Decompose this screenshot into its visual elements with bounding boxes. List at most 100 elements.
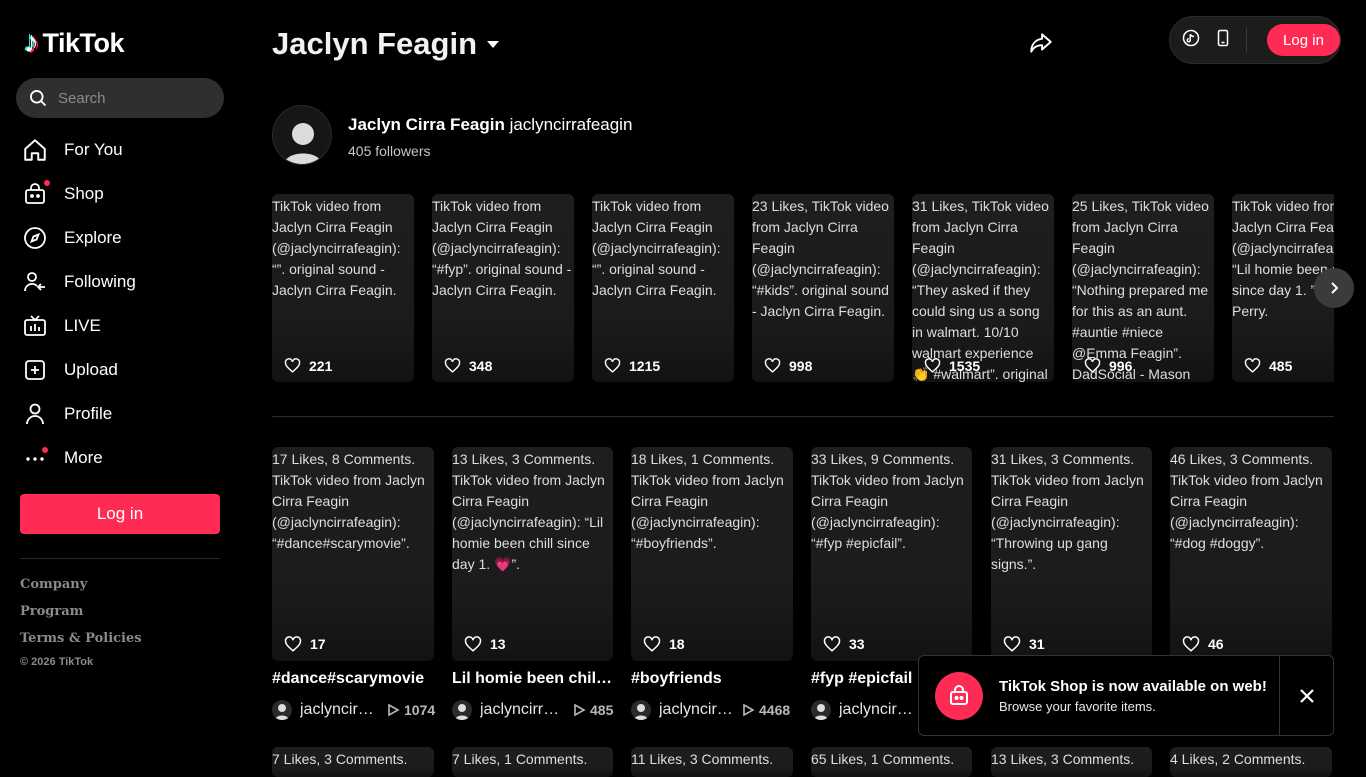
footer-link-terms[interactable]: Terms & Policies	[20, 631, 142, 658]
video-card[interactable]: 17 Likes, 8 Comments. TikTok video from …	[272, 447, 434, 661]
sidebar-item-shop[interactable]: Shop	[16, 172, 224, 216]
video-card[interactable]: 7 Likes, 1 Comments.	[452, 747, 613, 777]
video-likes: 33	[823, 635, 865, 653]
avatar[interactable]	[272, 105, 332, 165]
home-icon	[22, 137, 48, 163]
heart-icon	[1182, 636, 1200, 652]
sidebar-item-for-you[interactable]: For You	[16, 128, 224, 172]
video-author-row[interactable]: jaclyncirrafeagin 4468	[631, 700, 790, 720]
profile-username[interactable]: jaclyncirrafeagin	[510, 115, 633, 134]
search-box[interactable]	[16, 78, 224, 118]
video-author-row[interactable]: jaclyncirrafeagin 485	[452, 700, 613, 720]
sidebar-item-profile[interactable]: Profile	[16, 392, 224, 436]
video-card[interactable]: 65 Likes, 1 Comments.	[811, 747, 972, 777]
footer-link-program[interactable]: Program	[20, 604, 142, 631]
sidebar-item-label: Profile	[64, 404, 113, 423]
avatar	[631, 700, 651, 720]
video-card[interactable]: TikTok video from Jaclyn Cirra Feagin (@…	[432, 194, 574, 382]
video-card[interactable]: 4 Likes, 2 Comments.	[1170, 747, 1332, 777]
video-card[interactable]: 31 Likes, 3 Comments. TikTok video from …	[991, 447, 1152, 661]
play-count: 4468	[741, 702, 790, 718]
video-caption[interactable]: #boyfriends	[631, 670, 793, 688]
live-tv-icon	[22, 313, 48, 339]
heart-icon	[823, 636, 841, 652]
video-thumbnail-alt: 7 Likes, 3 Comments.	[272, 751, 408, 767]
page-title[interactable]: Jaclyn Feagin	[272, 26, 501, 62]
video-card[interactable]: 46 Likes, 3 Comments. TikTok video from …	[1170, 447, 1332, 661]
video-card[interactable]: 31 Likes, TikTok video from Jaclyn Cirra…	[912, 194, 1054, 382]
sidebar-item-label: Explore	[64, 228, 122, 247]
search-input[interactable]	[58, 89, 208, 107]
toast-close-button[interactable]	[1279, 656, 1333, 735]
chevron-right-icon	[1331, 282, 1339, 294]
tiktok-coin-icon[interactable]	[1182, 29, 1200, 52]
toast-subtitle: Browse your favorite items.	[999, 698, 1156, 714]
likes-count: 348	[469, 357, 493, 374]
video-card[interactable]: 7 Likes, 3 Comments.	[272, 747, 434, 777]
author-name: jaclyncirrafeagin	[839, 701, 913, 718]
likes-count: 31	[1029, 636, 1045, 652]
sidebar-item-label: LIVE	[64, 316, 101, 335]
heart-icon	[284, 636, 302, 652]
shop-bag-icon	[22, 180, 50, 207]
video-thumbnail-alt: 31 Likes, 3 Comments. TikTok video from …	[991, 451, 1144, 572]
video-thumbnail-alt: 11 Likes, 3 Comments.	[631, 751, 774, 767]
video-card[interactable]: 33 Likes, 9 Comments. TikTok video from …	[811, 447, 972, 661]
video-card[interactable]: 11 Likes, 3 Comments.	[631, 747, 793, 777]
avatar	[272, 700, 292, 720]
heart-icon	[284, 358, 301, 373]
heart-icon	[1244, 358, 1261, 373]
video-likes: 996	[1084, 357, 1132, 374]
heart-icon	[764, 358, 781, 373]
likes-count: 33	[849, 636, 865, 652]
likes-count: 46	[1208, 636, 1224, 652]
profile-followers: 405 followers	[348, 143, 431, 159]
video-author-row[interactable]: jaclyncirrafeagin	[811, 700, 913, 720]
video-card[interactable]: 13 Likes, 3 Comments.	[991, 747, 1152, 777]
play-icon	[574, 703, 586, 717]
carousel-next-button[interactable]	[1314, 268, 1354, 308]
video-thumbnail-alt: 65 Likes, 1 Comments.	[811, 751, 955, 767]
video-thumbnail-alt: TikTok video from Jaclyn Cirra Feagin (@…	[272, 198, 401, 298]
video-thumbnail-alt: 17 Likes, 8 Comments. TikTok video from …	[272, 451, 425, 551]
more-dots-icon	[22, 445, 48, 471]
tiktok-logo[interactable]: ♪ TikTok	[24, 26, 125, 60]
sidebar-item-following[interactable]: Following	[16, 260, 224, 304]
copyright: © 2026 TikTok	[20, 656, 94, 668]
mobile-app-icon[interactable]	[1214, 29, 1232, 52]
video-author-row[interactable]: jaclyncirrafeagin 1074	[272, 700, 435, 720]
header-login-button[interactable]: Log in	[1266, 24, 1340, 56]
video-thumbnail-alt: 33 Likes, 9 Comments. TikTok video from …	[811, 451, 964, 551]
heart-icon	[1003, 636, 1021, 652]
play-icon	[388, 703, 400, 717]
header-actions: Log in	[1169, 16, 1341, 64]
video-likes: 485	[1244, 357, 1292, 374]
video-card[interactable]: TikTok video from Jaclyn Cirra Feagin (@…	[592, 194, 734, 382]
video-card[interactable]: 18 Likes, 1 Comments. TikTok video from …	[631, 447, 793, 661]
sidebar-item-upload[interactable]: Upload	[16, 348, 224, 392]
following-user-icon	[22, 269, 48, 295]
video-likes: 46	[1182, 635, 1224, 653]
video-likes: 348	[444, 357, 492, 374]
video-card[interactable]: 23 Likes, TikTok video from Jaclyn Cirra…	[752, 194, 894, 382]
video-likes: 17	[284, 635, 326, 653]
play-count: 1074	[386, 702, 435, 718]
sidebar-item-live[interactable]: LIVE	[16, 304, 224, 348]
video-card[interactable]: 13 Likes, 3 Comments. TikTok video from …	[452, 447, 613, 661]
sidebar-login-button[interactable]: Log in	[20, 494, 220, 534]
video-card[interactable]: TikTok video from Jaclyn Cirra Feagin (@…	[272, 194, 414, 382]
sidebar-item-more[interactable]: More	[16, 436, 224, 480]
video-caption[interactable]: Lil homie been chill since day 1.	[452, 670, 613, 688]
video-likes: 1215	[604, 357, 660, 374]
sidebar-item-explore[interactable]: Explore	[16, 216, 224, 260]
video-caption[interactable]: #dance#scarymovie	[272, 670, 434, 688]
video-caption[interactable]: #fyp #epicfail	[811, 670, 931, 688]
heart-icon	[464, 636, 482, 652]
avatar	[452, 700, 472, 720]
video-card[interactable]: 25 Likes, TikTok video from Jaclyn Cirra…	[1072, 194, 1214, 382]
profile-display-name[interactable]: Jaclyn Cirra Feagin	[348, 115, 505, 134]
footer-link-company[interactable]: Company	[20, 577, 142, 604]
share-icon[interactable]	[1028, 30, 1054, 61]
likes-count: 13	[490, 636, 506, 652]
notification-dot	[42, 447, 48, 453]
